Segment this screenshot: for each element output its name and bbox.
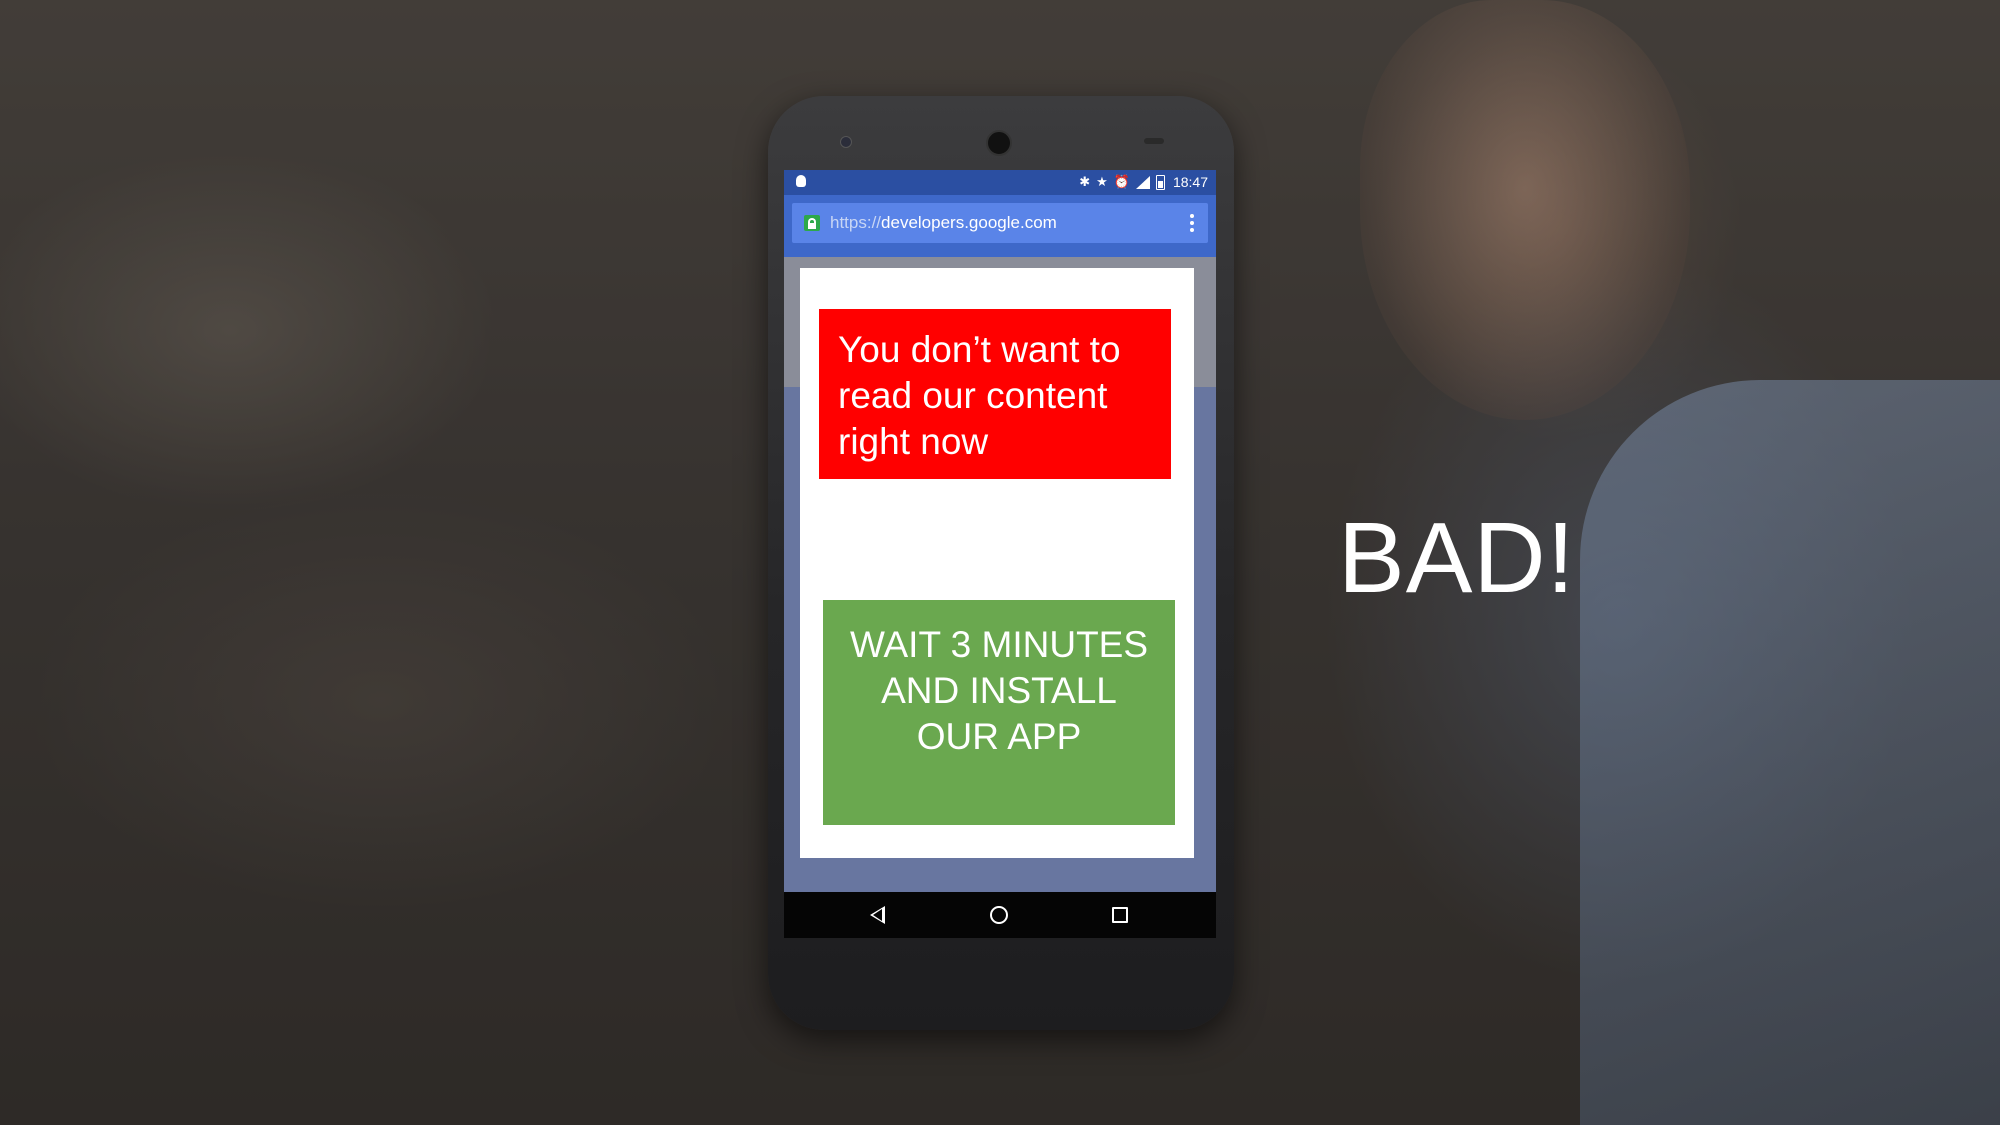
back-icon[interactable]	[870, 906, 885, 924]
android-icon	[796, 175, 806, 187]
status-icons: ✱ ★ ⏰ 18:47	[1079, 173, 1208, 191]
star-icon: ★	[1096, 174, 1108, 189]
front-camera	[840, 136, 852, 148]
proximity-sensor	[1144, 138, 1164, 144]
verdict-text: BAD!	[1338, 502, 1576, 614]
home-icon[interactable]	[990, 906, 1008, 924]
navigation-bar	[784, 892, 1216, 938]
battery-icon	[1155, 174, 1165, 190]
url-host: developers.google.com	[881, 213, 1057, 232]
browser-toolbar: https://developers.google.com	[784, 195, 1216, 257]
lock-icon	[804, 215, 820, 231]
alarm-icon: ⏰	[1113, 174, 1130, 189]
url-scheme: https://	[830, 213, 882, 232]
status-bar: ✱ ★ ⏰ 18:47	[784, 170, 1216, 195]
phone-mockup: ✱ ★ ⏰ 18:47 https://developers.google.co…	[768, 96, 1234, 1030]
bluetooth-icon: ✱	[1079, 174, 1091, 189]
interstitial-message: You don’t want to read our content right…	[819, 309, 1171, 479]
overflow-menu-icon[interactable]	[1190, 214, 1194, 232]
background-person-head	[1360, 0, 1690, 420]
status-time: 18:47	[1172, 174, 1208, 190]
recents-icon[interactable]	[1112, 907, 1128, 923]
background-person-torso	[1580, 380, 2000, 1125]
earpiece-speaker	[986, 130, 1012, 156]
signal-icon	[1135, 175, 1150, 189]
phone-screen: ✱ ★ ⏰ 18:47 https://developers.google.co…	[784, 170, 1216, 938]
address-bar[interactable]: https://developers.google.com	[792, 203, 1208, 243]
url-text[interactable]: https://developers.google.com	[830, 213, 1057, 233]
install-app-button[interactable]: WAIT 3 MINUTES AND INSTALL OUR APP	[823, 600, 1175, 825]
interstitial-overlay: You don’t want to read our content right…	[800, 268, 1194, 858]
